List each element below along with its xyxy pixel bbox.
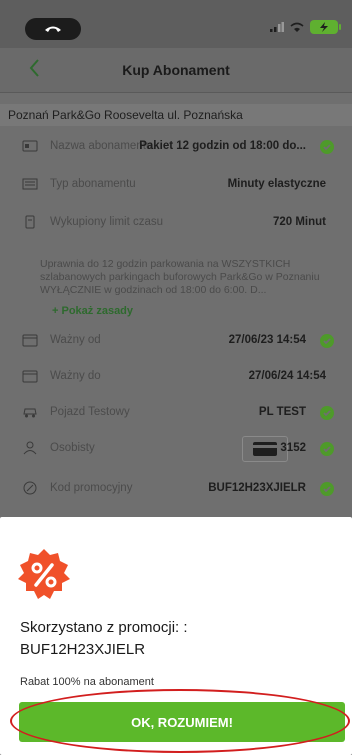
signal-icon [270, 22, 284, 32]
app-header: Kup Abonament [0, 48, 352, 93]
hourglass-icon [25, 215, 35, 229]
check-icon [320, 482, 334, 496]
percent-circle-icon [23, 481, 37, 495]
parking-strip: Poznań Park&Go Roosevelta ul. Poznańska [0, 104, 352, 126]
check-icon [320, 406, 334, 420]
row-value: BUF12H23XJIELR [208, 482, 306, 494]
discount-note: Rabat 100% na abonament [20, 676, 154, 688]
parking-name: Poznań Park&Go Roosevelta ul. Poznańska [8, 108, 243, 122]
row-subscription-type: Typ abonamentu Minuty elastyczne [0, 168, 352, 202]
id-card-icon [22, 140, 38, 152]
row-valid-to: Ważny do 27/06/24 14:54 [0, 360, 352, 394]
subscription-description: Uprawnia do 12 godzin parkowania na WSZY… [40, 258, 320, 296]
row-value: 27/06/23 14:54 [228, 334, 306, 346]
row-payment[interactable]: Osobisty 3152 [0, 432, 352, 466]
row-label: Wykupiony limit czasu [50, 216, 164, 228]
row-value: 27/06/24 14:54 [248, 370, 326, 382]
ongoing-call-pill[interactable] [25, 18, 81, 40]
row-label: Kod promocyjny [50, 482, 133, 494]
row-label: Pojazd Testowy [50, 406, 130, 418]
status-bar [0, 0, 352, 48]
sheet-title: Skorzystano z promocji: : [20, 619, 188, 636]
row-label: Typ abonamentu [50, 178, 136, 190]
highlight-ring [10, 689, 350, 753]
calendar-end-icon [22, 370, 38, 383]
battery-charging-icon [310, 20, 341, 34]
check-icon [320, 334, 334, 348]
row-value: 3152 [280, 442, 306, 454]
show-rules-link[interactable]: + Pokaż zasady [52, 305, 133, 317]
row-label: Osobisty [50, 442, 95, 454]
promo-code-text: BUF12H23XJIELR [20, 641, 146, 658]
check-icon [320, 140, 334, 154]
promo-bottom-sheet: Skorzystano z promocji: : BUF12H23XJIELR… [0, 517, 352, 755]
row-time-limit: Wykupiony limit czasu 720 Minut [0, 206, 352, 240]
row-value: Minuty elastyczne [227, 178, 326, 190]
row-value: Pakiet 12 godzin od 18:00 do... [139, 140, 306, 152]
system-icons [270, 20, 341, 34]
car-icon [23, 408, 37, 418]
row-value: PL TEST [258, 406, 306, 418]
check-icon [320, 442, 334, 456]
row-label: Ważny do [50, 370, 101, 382]
row-label: Nazwa abonamentu [50, 140, 153, 152]
wifi-icon [290, 22, 304, 32]
promo-badge-icon [18, 549, 70, 599]
person-icon [23, 441, 37, 455]
row-subscription-name: Nazwa abonamentu Pakiet 12 godzin od 18:… [0, 130, 352, 164]
calendar-start-icon [22, 334, 38, 347]
row-promo-code[interactable]: Kod promocyjny BUF12H23XJIELR [0, 472, 352, 506]
row-valid-from: Ważny od 27/06/23 14:54 [0, 324, 352, 358]
row-label: Ważny od [50, 334, 101, 346]
list-icon [22, 178, 38, 190]
phone-icon [45, 26, 61, 32]
page-title: Kup Abonament [122, 62, 230, 78]
row-value: 720 Minut [272, 216, 326, 228]
row-vehicle[interactable]: Pojazd Testowy PL TEST [0, 396, 352, 430]
